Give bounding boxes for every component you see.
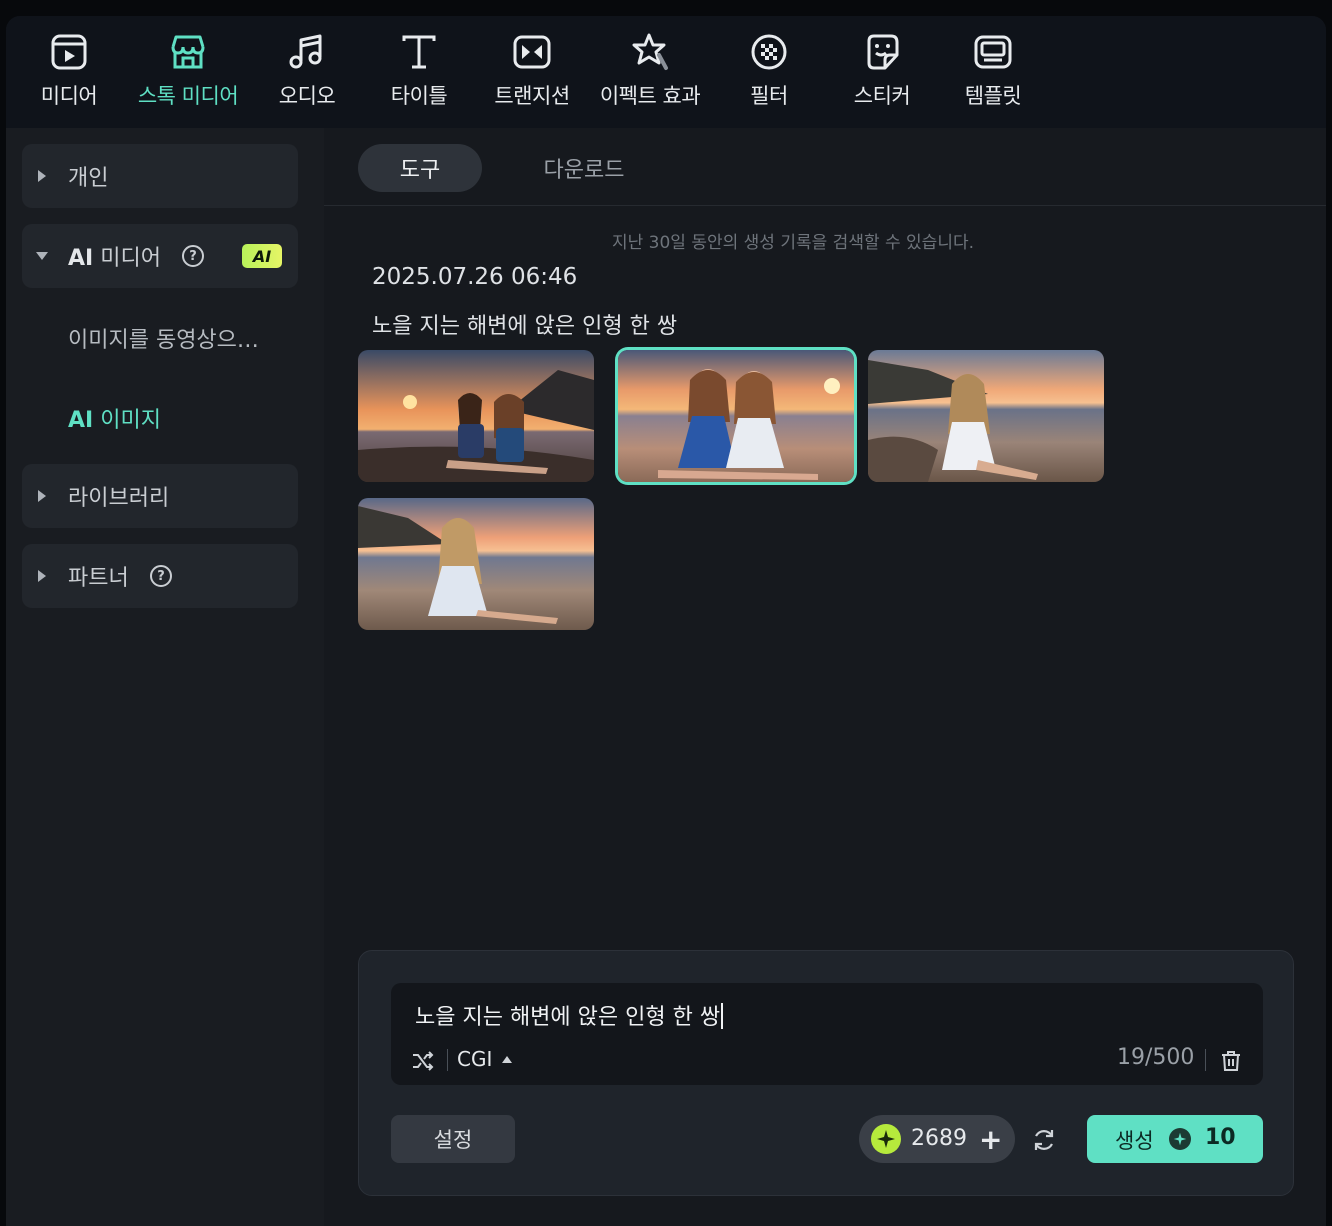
toolbar-title[interactable]: 타이틀 bbox=[386, 30, 452, 116]
effects-star-icon bbox=[628, 30, 672, 74]
title-t-icon bbox=[397, 30, 441, 74]
chevron-down-icon bbox=[36, 252, 48, 260]
toolbar-label: 스티커 bbox=[853, 84, 911, 108]
generated-image-thumbnail[interactable] bbox=[358, 350, 594, 482]
sticker-icon bbox=[860, 30, 904, 74]
toolbar-effects[interactable]: 이펙트 효과 bbox=[594, 30, 706, 116]
credits-value: 2689 bbox=[911, 1126, 967, 1151]
main-panel: 도구 다운로드 지난 30일 동안의 생성 기록을 검색할 수 있습니다. 20… bbox=[324, 128, 1326, 1226]
credit-sparkle-icon bbox=[871, 1124, 901, 1154]
generated-image-thumbnail-selected[interactable] bbox=[618, 350, 854, 482]
divider bbox=[1205, 1049, 1206, 1071]
char-count: 19/500 bbox=[1117, 1045, 1195, 1070]
sidebar-item-label: 파트너 bbox=[68, 566, 129, 591]
toolbar-label: 스톡 미디어 bbox=[137, 84, 239, 108]
trash-icon[interactable] bbox=[1219, 1049, 1243, 1073]
credit-sparkle-icon bbox=[1169, 1128, 1191, 1150]
help-icon[interactable]: ? bbox=[150, 565, 172, 587]
app-window: 미디어 스톡 미디어 오디오 타이틀 트랜지션 이펙트 효과 필터 스티커 템플… bbox=[6, 16, 1326, 1226]
sidebar-item-image-to-video[interactable]: 이미지를 동영상으… bbox=[68, 322, 259, 354]
refresh-icon[interactable] bbox=[1031, 1127, 1057, 1153]
ai-badge: AI bbox=[242, 244, 282, 268]
toolbar-filter[interactable]: 필터 bbox=[736, 30, 802, 116]
tab-bar: 도구 다운로드 bbox=[324, 128, 1326, 206]
history-prompt: 노을 지는 해변에 앉은 인형 한 쌍 bbox=[372, 314, 678, 339]
transition-icon bbox=[510, 30, 554, 74]
help-icon[interactable]: ? bbox=[182, 245, 204, 267]
sidebar-item-label: 라이브러리 bbox=[68, 486, 170, 511]
toolbar-audio[interactable]: 오디오 bbox=[274, 30, 340, 116]
tab-tools[interactable]: 도구 bbox=[358, 144, 482, 192]
toolbar-label: 트랜지션 bbox=[494, 84, 570, 108]
sidebar-item-label: AI 미디어 bbox=[68, 246, 161, 271]
prompt-input[interactable]: 노을 지는 해변에 앉은 인형 한 쌍 CGI 19/500 bbox=[391, 983, 1263, 1085]
add-credits-icon[interactable]: + bbox=[979, 1123, 1002, 1156]
history-date: 2025.07.26 06:46 bbox=[372, 264, 578, 290]
media-icon bbox=[47, 30, 91, 74]
generate-button[interactable]: 생성 10 bbox=[1087, 1115, 1263, 1163]
toolbar-label: 타이틀 bbox=[390, 84, 448, 108]
tab-downloads[interactable]: 다운로드 bbox=[514, 144, 654, 192]
template-icon bbox=[971, 30, 1015, 74]
filter-icon bbox=[747, 30, 791, 74]
toolbar-media[interactable]: 미디어 bbox=[36, 30, 102, 116]
prompt-panel: 노을 지는 해변에 앉은 인형 한 쌍 CGI 19/500 설정 2689 +… bbox=[358, 950, 1294, 1196]
generate-cost: 10 bbox=[1205, 1125, 1236, 1150]
caret-up-icon bbox=[502, 1055, 513, 1063]
generated-image-thumbnail[interactable] bbox=[358, 498, 594, 630]
toolbar-stock-media[interactable]: 스톡 미디어 bbox=[132, 30, 244, 116]
chevron-right-icon bbox=[38, 490, 46, 502]
toolbar-sticker[interactable]: 스티커 bbox=[844, 30, 920, 116]
sidebar-item-ai-media[interactable]: AI 미디어 ? AI bbox=[22, 224, 298, 288]
sidebar: 개인 AI 미디어 ? AI 이미지를 동영상으… AI 이미지 라이브러리 파… bbox=[6, 128, 324, 1226]
divider bbox=[447, 1049, 448, 1071]
toolbar-transition[interactable]: 트랜지션 bbox=[488, 30, 576, 116]
stock-media-icon bbox=[166, 30, 210, 74]
sidebar-item-ai-image[interactable]: AI 이미지 bbox=[68, 402, 161, 434]
history-hint: 지난 30일 동안의 생성 기록을 검색할 수 있습니다. bbox=[611, 233, 975, 253]
music-note-icon bbox=[285, 30, 329, 74]
toolbar-label: 템플릿 bbox=[964, 84, 1022, 108]
shuffle-icon[interactable] bbox=[411, 1049, 435, 1073]
top-toolbar: 미디어 스톡 미디어 오디오 타이틀 트랜지션 이펙트 효과 필터 스티커 템플… bbox=[6, 16, 1326, 128]
settings-button[interactable]: 설정 bbox=[391, 1115, 515, 1163]
chevron-right-icon bbox=[38, 570, 46, 582]
sidebar-item-personal[interactable]: 개인 bbox=[22, 144, 298, 208]
sidebar-item-library[interactable]: 라이브러리 bbox=[22, 464, 298, 528]
toolbar-label: 미디어 bbox=[40, 84, 98, 108]
generated-image-thumbnail[interactable] bbox=[868, 350, 1104, 482]
chevron-right-icon bbox=[38, 170, 46, 182]
toolbar-label: 필터 bbox=[750, 84, 788, 108]
sidebar-item-partner[interactable]: 파트너 ? bbox=[22, 544, 298, 608]
toolbar-label: 이펙트 효과 bbox=[599, 84, 701, 108]
style-dropdown[interactable]: CGI bbox=[457, 1047, 513, 1071]
toolbar-label: 오디오 bbox=[278, 84, 336, 108]
prompt-input-text[interactable]: 노을 지는 해변에 앉은 인형 한 쌍 bbox=[415, 999, 724, 1031]
credits-balance[interactable]: 2689 + bbox=[859, 1115, 1015, 1163]
toolbar-template[interactable]: 템플릿 bbox=[958, 30, 1028, 116]
generate-label: 생성 bbox=[1115, 1129, 1154, 1153]
sidebar-item-label: 개인 bbox=[68, 166, 109, 191]
